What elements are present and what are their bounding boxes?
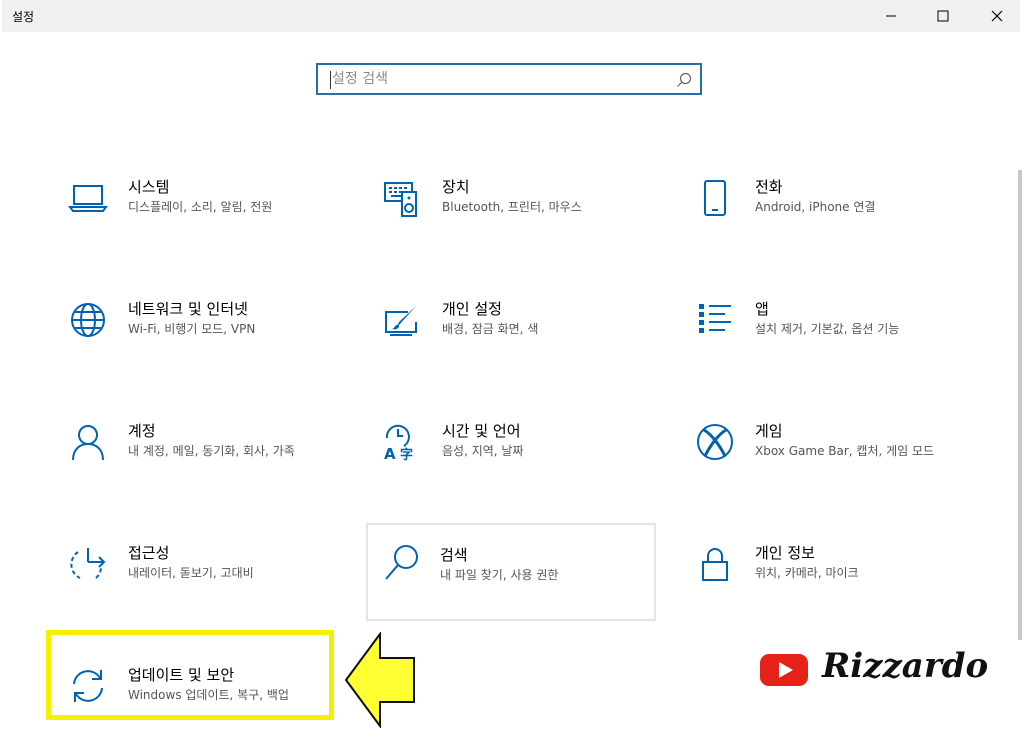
tile-time-language[interactable]: A 字 시간 및 언어 음성, 지역, 날짜 bbox=[362, 412, 652, 508]
tile-devices-title: 장치 bbox=[442, 178, 470, 196]
phone-icon bbox=[695, 178, 735, 218]
search-box[interactable] bbox=[316, 63, 702, 95]
tile-personalization-desc: 배경, 잠금 화면, 색 bbox=[442, 322, 539, 336]
svg-text:A: A bbox=[384, 445, 396, 462]
close-button[interactable] bbox=[974, 0, 1020, 32]
tile-gaming[interactable]: 게임 Xbox Game Bar, 캡처, 게임 모드 bbox=[675, 412, 965, 508]
tile-ease-of-access-title: 접근성 bbox=[128, 544, 170, 562]
tile-network-title: 네트워크 및 인터넷 bbox=[128, 300, 248, 318]
tile-system[interactable]: 시스템 디스플레이, 소리, 알림, 전원 bbox=[48, 168, 338, 264]
tile-personalization[interactable]: 개인 설정 배경, 잠금 화면, 색 bbox=[362, 290, 652, 386]
globe-icon bbox=[68, 300, 108, 340]
maximize-button[interactable] bbox=[920, 0, 966, 32]
tile-accounts-title: 계정 bbox=[128, 422, 156, 440]
tile-gaming-title: 게임 bbox=[755, 422, 783, 440]
person-icon bbox=[68, 422, 108, 462]
accessibility-icon bbox=[68, 544, 108, 584]
tile-apps[interactable]: 앱 설치 제거, 기본값, 옵션 기능 bbox=[675, 290, 965, 386]
time-language-icon: A 字 bbox=[382, 422, 422, 462]
tile-accounts[interactable]: 계정 내 계정, 메일, 동기화, 회사, 가족 bbox=[48, 412, 338, 508]
highlight-box bbox=[46, 630, 334, 720]
tile-system-desc: 디스플레이, 소리, 알림, 전원 bbox=[128, 200, 273, 214]
magnifier-icon bbox=[677, 72, 692, 87]
text-caret bbox=[330, 71, 331, 89]
lock-icon bbox=[695, 544, 735, 584]
svg-text:字: 字 bbox=[400, 447, 413, 462]
tile-system-title: 시스템 bbox=[128, 178, 170, 196]
tile-time-language-desc: 음성, 지역, 날짜 bbox=[442, 444, 524, 458]
tile-gaming-desc: Xbox Game Bar, 캡처, 게임 모드 bbox=[755, 444, 935, 458]
tile-search-desc: 내 파일 찾기, 사용 권한 bbox=[440, 568, 559, 582]
minimize-button[interactable] bbox=[868, 0, 914, 32]
title-bar: 설정 bbox=[2, 0, 1020, 32]
pointer-arrow-icon bbox=[344, 632, 415, 728]
tile-network-desc: Wi-Fi, 비행기 모드, VPN bbox=[128, 322, 256, 336]
minimize-icon bbox=[886, 15, 896, 17]
watermark-text: Rizzardo bbox=[822, 646, 989, 686]
maximize-icon bbox=[937, 10, 949, 22]
apps-list-icon bbox=[695, 300, 735, 340]
search-input[interactable] bbox=[332, 68, 662, 90]
tile-apps-desc: 설치 제거, 기본값, 옵션 기능 bbox=[755, 322, 900, 336]
tile-privacy-title: 개인 정보 bbox=[755, 544, 815, 562]
tile-devices-desc: Bluetooth, 프린터, 마우스 bbox=[442, 200, 582, 214]
tile-search-title: 검색 bbox=[440, 546, 468, 564]
tile-apps-title: 앱 bbox=[755, 300, 769, 318]
tile-personalization-title: 개인 설정 bbox=[442, 300, 502, 318]
search-icon bbox=[382, 543, 422, 583]
tile-phone-title: 전화 bbox=[755, 178, 783, 196]
search-button[interactable] bbox=[674, 70, 694, 90]
keyboard-speaker-icon bbox=[382, 178, 422, 218]
tile-time-language-title: 시간 및 언어 bbox=[442, 422, 521, 440]
tile-ease-of-access[interactable]: 접근성 내레이터, 돋보기, 고대비 bbox=[48, 534, 338, 630]
tile-network[interactable]: 네트워크 및 인터넷 Wi-Fi, 비행기 모드, VPN bbox=[48, 290, 338, 386]
tile-privacy[interactable]: 개인 정보 위치, 카메라, 마이크 bbox=[675, 534, 965, 630]
tile-phone[interactable]: 전화 Android, iPhone 연결 bbox=[675, 168, 965, 264]
tile-accounts-desc: 내 계정, 메일, 동기화, 회사, 가족 bbox=[128, 444, 295, 458]
youtube-icon bbox=[760, 654, 808, 686]
tile-ease-of-access-desc: 내레이터, 돋보기, 고대비 bbox=[128, 566, 254, 580]
tile-phone-desc: Android, iPhone 연결 bbox=[755, 200, 876, 214]
tile-devices[interactable]: 장치 Bluetooth, 프린터, 마우스 bbox=[362, 168, 652, 264]
window-title: 설정 bbox=[12, 10, 35, 24]
tile-privacy-desc: 위치, 카메라, 마이크 bbox=[755, 566, 859, 580]
laptop-icon bbox=[68, 178, 108, 218]
xbox-icon bbox=[695, 422, 735, 462]
scrollbar[interactable] bbox=[1018, 170, 1022, 640]
paint-icon bbox=[382, 300, 422, 340]
tile-search[interactable]: 검색 내 파일 찾기, 사용 권한 bbox=[366, 523, 656, 621]
close-icon bbox=[991, 10, 1003, 22]
